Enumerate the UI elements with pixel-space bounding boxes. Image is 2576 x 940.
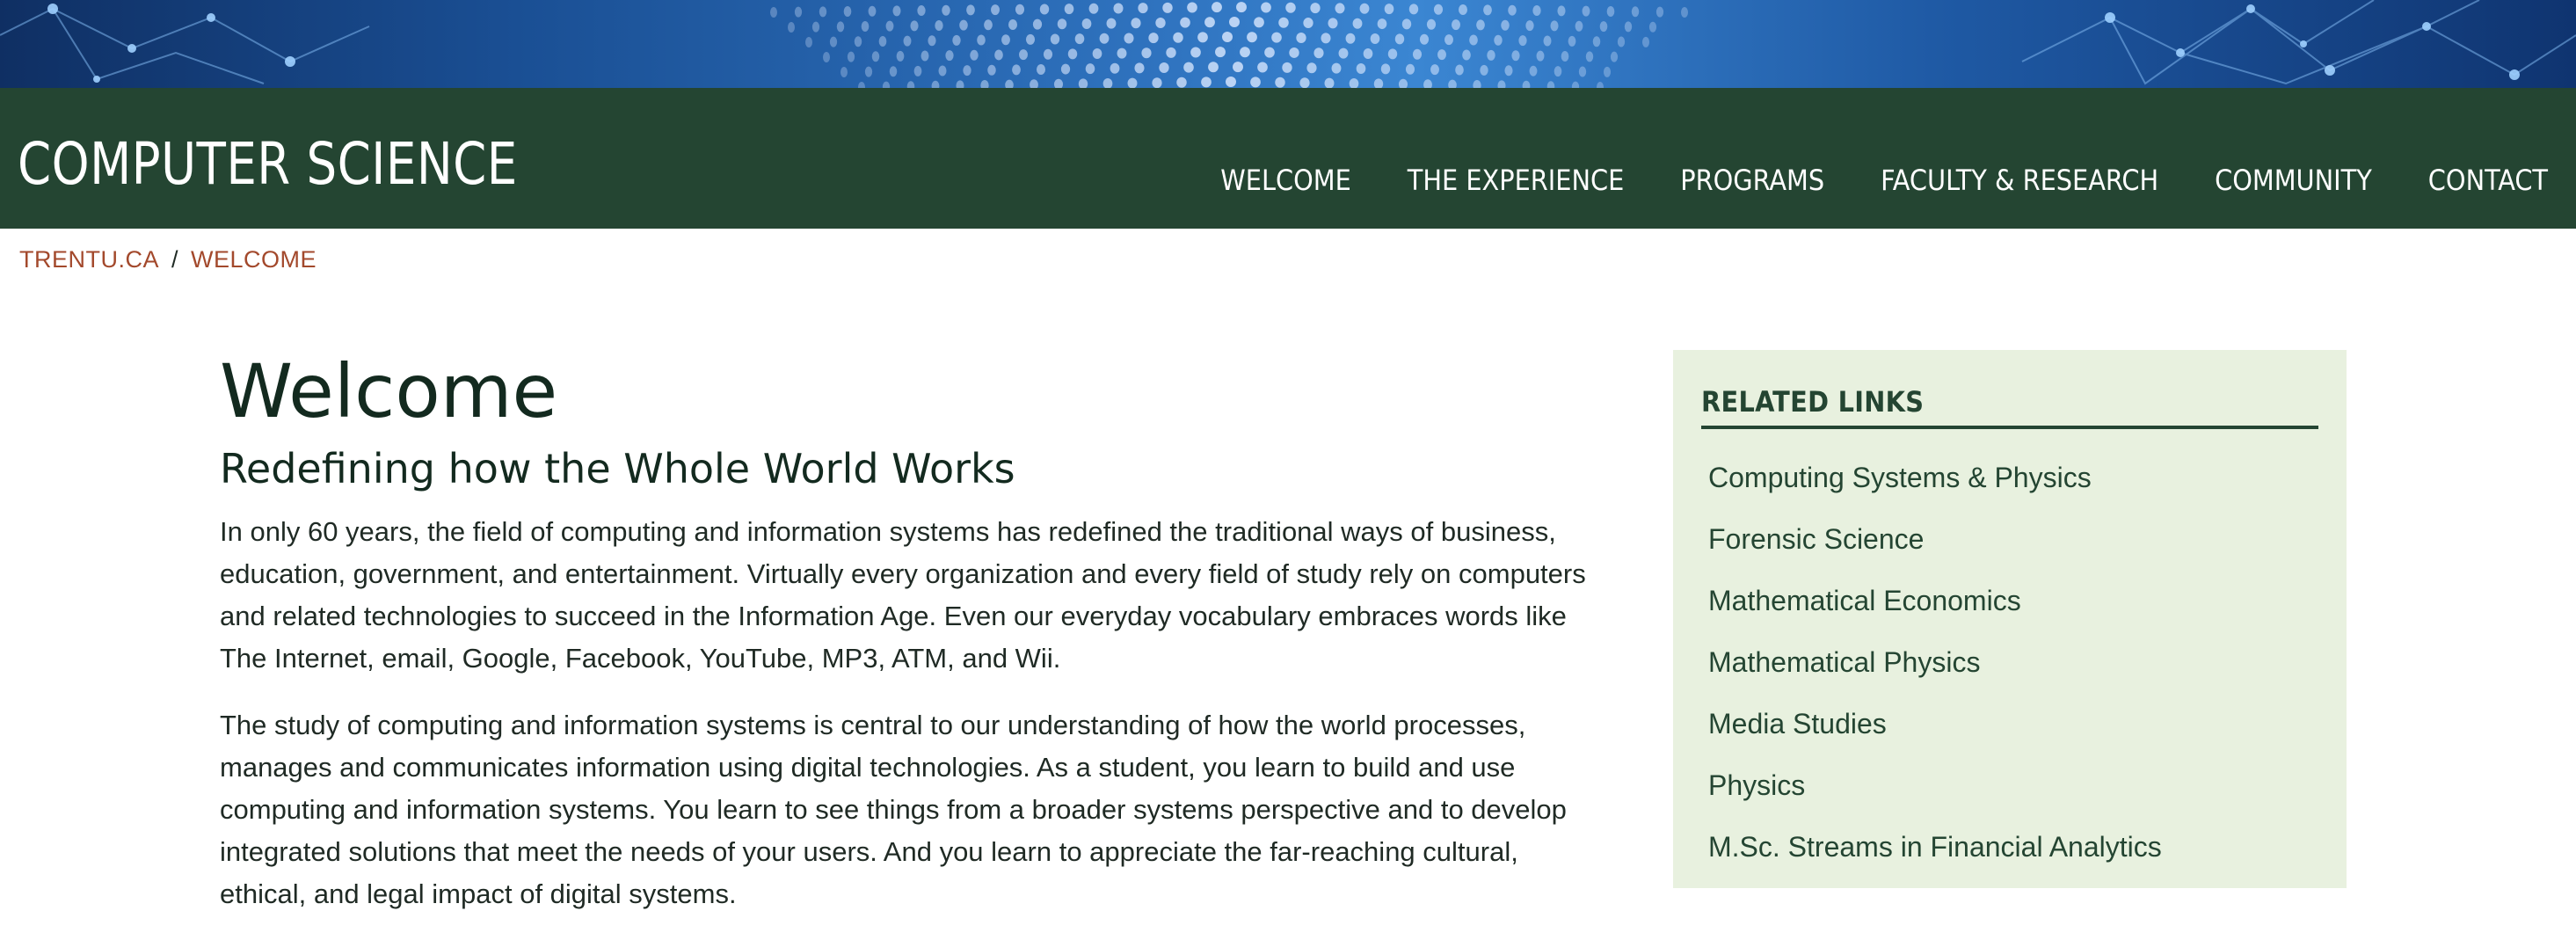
related-links-heading: RELATED LINKS bbox=[1701, 385, 1925, 419]
heading-divider bbox=[1701, 426, 2318, 429]
breadcrumb-link-welcome[interactable]: WELCOME bbox=[191, 246, 317, 273]
nav-item-welcome[interactable]: WELCOME bbox=[1220, 163, 1350, 198]
main-nav: WELCOME THE EXPERIENCE PROGRAMS FACULTY … bbox=[1164, 163, 2548, 198]
related-link-forensic-science[interactable]: Forensic Science bbox=[1708, 508, 2162, 570]
nav-item-the-experience[interactable]: THE EXPERIENCE bbox=[1408, 163, 1625, 198]
network-graphic bbox=[0, 0, 2576, 88]
header-banner-image bbox=[0, 0, 2576, 88]
related-links-panel: RELATED LINKS Computing Systems & Physic… bbox=[1673, 350, 2347, 888]
breadcrumb: TRENTU.CA / WELCOME bbox=[19, 246, 317, 273]
site-header: COMPUTER SCIENCE WELCOME THE EXPERIENCE … bbox=[0, 88, 2576, 229]
nav-item-contact[interactable]: CONTACT bbox=[2428, 163, 2548, 198]
page-subtitle: Redefining how the Whole World Works bbox=[220, 445, 1015, 492]
breadcrumb-link-trentu[interactable]: TRENTU.CA bbox=[19, 246, 159, 273]
page-title: Welcome bbox=[220, 348, 558, 434]
related-link-computing-systems-physics[interactable]: Computing Systems & Physics bbox=[1708, 447, 2162, 508]
intro-paragraph: In only 60 years, the field of computing… bbox=[220, 516, 1586, 674]
nav-item-community[interactable]: COMMUNITY bbox=[2215, 163, 2372, 198]
related-link-mathematical-economics[interactable]: Mathematical Economics bbox=[1708, 570, 2162, 631]
related-link-msc-financial-analytics[interactable]: M.Sc. Streams in Financial Analytics bbox=[1708, 816, 2162, 878]
nav-item-faculty-research[interactable]: FACULTY & RESEARCH bbox=[1881, 163, 2158, 198]
related-link-media-studies[interactable]: Media Studies bbox=[1708, 693, 2162, 754]
main-content: Welcome Redefining how the Whole World W… bbox=[220, 347, 1609, 940]
body-paragraph: The study of computing and information s… bbox=[220, 710, 1567, 909]
related-links-list: Computing Systems & Physics Forensic Sci… bbox=[1708, 447, 2162, 878]
site-title[interactable]: COMPUTER SCIENCE bbox=[18, 135, 518, 193]
related-link-mathematical-physics[interactable]: Mathematical Physics bbox=[1708, 631, 2162, 693]
breadcrumb-separator: / bbox=[171, 246, 179, 273]
related-link-physics[interactable]: Physics bbox=[1708, 754, 2162, 816]
nav-item-programs[interactable]: PROGRAMS bbox=[1680, 163, 1824, 198]
